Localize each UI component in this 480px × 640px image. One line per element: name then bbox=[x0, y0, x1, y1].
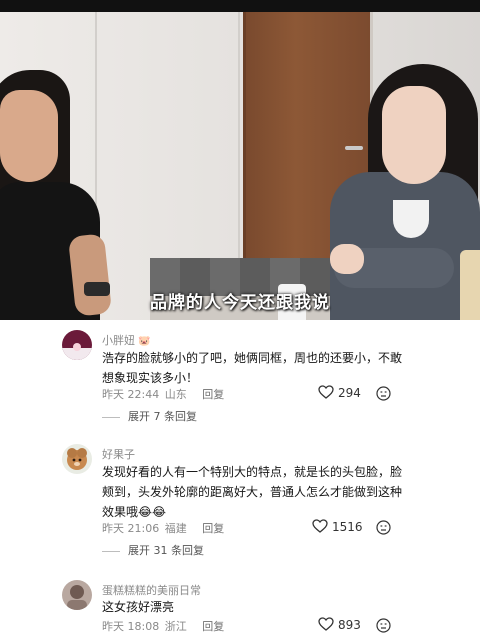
comment-text: 这女孩好漂亮 bbox=[102, 600, 175, 614]
wall-panel-line bbox=[238, 12, 240, 262]
avatar[interactable] bbox=[62, 580, 92, 610]
video-player[interactable]: 品牌的人今天还跟我说 bbox=[0, 0, 480, 320]
like-button[interactable]: 893 bbox=[318, 617, 361, 632]
right-person-hand bbox=[330, 244, 364, 274]
like-button[interactable]: 1516 bbox=[312, 519, 363, 534]
right-person-face bbox=[382, 86, 446, 184]
comment-text: 发现好看的人有一个特别大的特点，就是长的头包脸，脸颊到，头发外轮廓的距离好大，普… bbox=[102, 465, 403, 519]
heart-outline-icon bbox=[312, 519, 328, 533]
divider bbox=[102, 416, 120, 418]
like-button[interactable]: 294 bbox=[318, 385, 361, 400]
expand-replies-button[interactable]: 展开 31 条回复 bbox=[102, 542, 204, 558]
heart-outline-icon bbox=[318, 385, 334, 399]
reply-button[interactable]: 回复 bbox=[202, 620, 224, 633]
comment-time: 昨天 18:08 bbox=[102, 620, 160, 633]
like-count: 1516 bbox=[332, 520, 363, 534]
door-handle bbox=[345, 146, 363, 150]
comment-time: 昨天 21:06 bbox=[102, 522, 160, 535]
reply-button[interactable]: 回复 bbox=[202, 388, 224, 401]
comment-username[interactable]: 好果子 bbox=[102, 446, 135, 462]
comment-time: 昨天 22:44 bbox=[102, 388, 160, 401]
comment-meta: 昨天 18:08 浙江 回复 bbox=[102, 618, 226, 634]
comment-text: 浩存的脸就够小的了吧，她俩同框，周也的还要小，不敢想象现实该多小！ bbox=[102, 351, 403, 385]
avatar[interactable] bbox=[62, 330, 92, 360]
comment-meta: 昨天 22:44 山东 回复 bbox=[102, 386, 226, 402]
comment-item: 蛋糕糕糕的美丽日常 这女孩好漂亮 昨天 18:08 浙江 回复 893 bbox=[0, 576, 480, 640]
top-status-bar bbox=[0, 0, 480, 12]
like-count: 294 bbox=[338, 386, 361, 400]
pig-emoji-icon: 🐷 bbox=[138, 336, 151, 347]
comment-username[interactable]: 蛋糕糕糕的美丽日常 bbox=[102, 582, 201, 598]
comment-location: 浙江 bbox=[164, 620, 187, 633]
comment-location: 山东 bbox=[164, 388, 187, 401]
right-person-collar bbox=[393, 200, 429, 238]
dislike-face-icon[interactable] bbox=[376, 520, 391, 535]
dislike-face-icon[interactable] bbox=[376, 386, 391, 401]
reply-button[interactable]: 回复 bbox=[202, 522, 224, 535]
like-count: 893 bbox=[338, 618, 361, 632]
comment-location: 福建 bbox=[164, 522, 187, 535]
comment-item: 小胖妞 🐷 浩存的脸就够小的了吧，她俩同框，周也的还要小，不敢想象现实该多小！ 昨… bbox=[0, 322, 480, 430]
dislike-face-icon[interactable] bbox=[376, 618, 391, 633]
divider bbox=[102, 550, 120, 552]
comment-username[interactable]: 小胖妞 🐷 bbox=[102, 332, 150, 348]
video-subtitle: 品牌的人今天还跟我说 bbox=[150, 293, 330, 313]
heart-outline-icon bbox=[318, 617, 334, 631]
comment-item: 好果子 发现好看的人有一个特别大的特点，就是长的头包脸，脸颊到，头发外轮廓的距离… bbox=[0, 440, 480, 562]
left-person-face bbox=[0, 90, 58, 182]
expand-replies-button[interactable]: 展开 7 条回复 bbox=[102, 408, 197, 424]
avatar[interactable] bbox=[62, 444, 92, 474]
comment-meta: 昨天 21:06 福建 回复 bbox=[102, 520, 226, 536]
